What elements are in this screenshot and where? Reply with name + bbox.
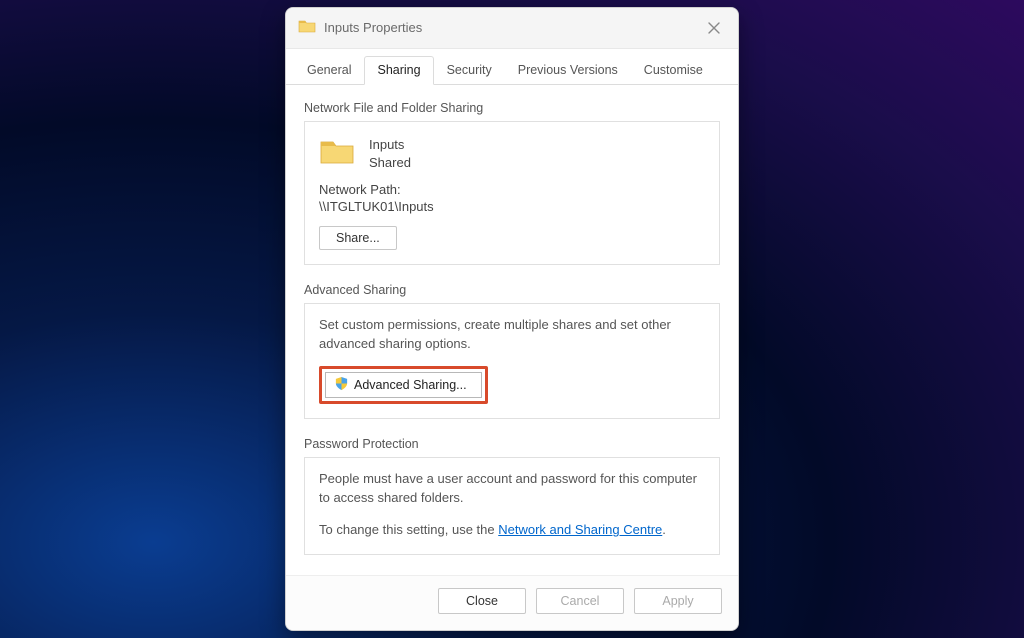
password-line2-prefix: To change this setting, use the [319, 522, 498, 537]
advanced-sharing-group: Advanced Sharing Set custom permissions,… [304, 283, 720, 419]
shield-icon [334, 376, 349, 394]
tab-sharing[interactable]: Sharing [364, 56, 433, 85]
window-title: Inputs Properties [324, 20, 702, 35]
folder-row: Inputs Shared [319, 136, 705, 172]
advanced-sharing-heading: Advanced Sharing [304, 283, 720, 297]
tab-previous-versions[interactable]: Previous Versions [505, 56, 631, 85]
tab-security[interactable]: Security [434, 56, 505, 85]
advanced-sharing-description: Set custom permissions, create multiple … [319, 316, 705, 354]
advanced-sharing-box: Set custom permissions, create multiple … [304, 303, 720, 419]
folder-large-icon [319, 136, 355, 169]
tab-customise[interactable]: Customise [631, 56, 716, 85]
password-line2-suffix: . [662, 522, 666, 537]
password-protection-heading: Password Protection [304, 437, 720, 451]
close-button[interactable]: Close [438, 588, 526, 614]
folder-name: Inputs [369, 136, 411, 154]
tab-strip: General Sharing Security Previous Versio… [286, 49, 738, 85]
tab-content: Network File and Folder Sharing Inputs S… [286, 85, 738, 576]
cancel-button[interactable]: Cancel [536, 588, 624, 614]
close-icon[interactable] [702, 16, 726, 40]
network-sharing-centre-link[interactable]: Network and Sharing Centre [498, 522, 662, 537]
network-sharing-heading: Network File and Folder Sharing [304, 101, 720, 115]
share-button[interactable]: Share... [319, 226, 397, 250]
password-protection-box: People must have a user account and pass… [304, 457, 720, 556]
sharing-status: Shared [369, 154, 411, 172]
highlight-annotation: Advanced Sharing... [319, 366, 488, 404]
network-path-label: Network Path: [319, 182, 705, 197]
advanced-sharing-button-label: Advanced Sharing... [354, 378, 467, 392]
dialog-footer: Close Cancel Apply [286, 575, 738, 630]
network-sharing-box: Inputs Shared Network Path: \\ITGLTUK01\… [304, 121, 720, 265]
apply-button[interactable]: Apply [634, 588, 722, 614]
titlebar: Inputs Properties [286, 8, 738, 49]
properties-dialog: Inputs Properties General Sharing Securi… [285, 7, 739, 632]
network-sharing-group: Network File and Folder Sharing Inputs S… [304, 101, 720, 265]
tab-general[interactable]: General [294, 56, 364, 85]
folder-icon [298, 18, 316, 37]
password-protection-group: Password Protection People must have a u… [304, 437, 720, 556]
password-protection-line1: People must have a user account and pass… [319, 470, 705, 508]
network-path-value: \\ITGLTUK01\Inputs [319, 199, 705, 214]
advanced-sharing-button[interactable]: Advanced Sharing... [325, 372, 482, 398]
password-protection-line2: To change this setting, use the Network … [319, 521, 705, 540]
